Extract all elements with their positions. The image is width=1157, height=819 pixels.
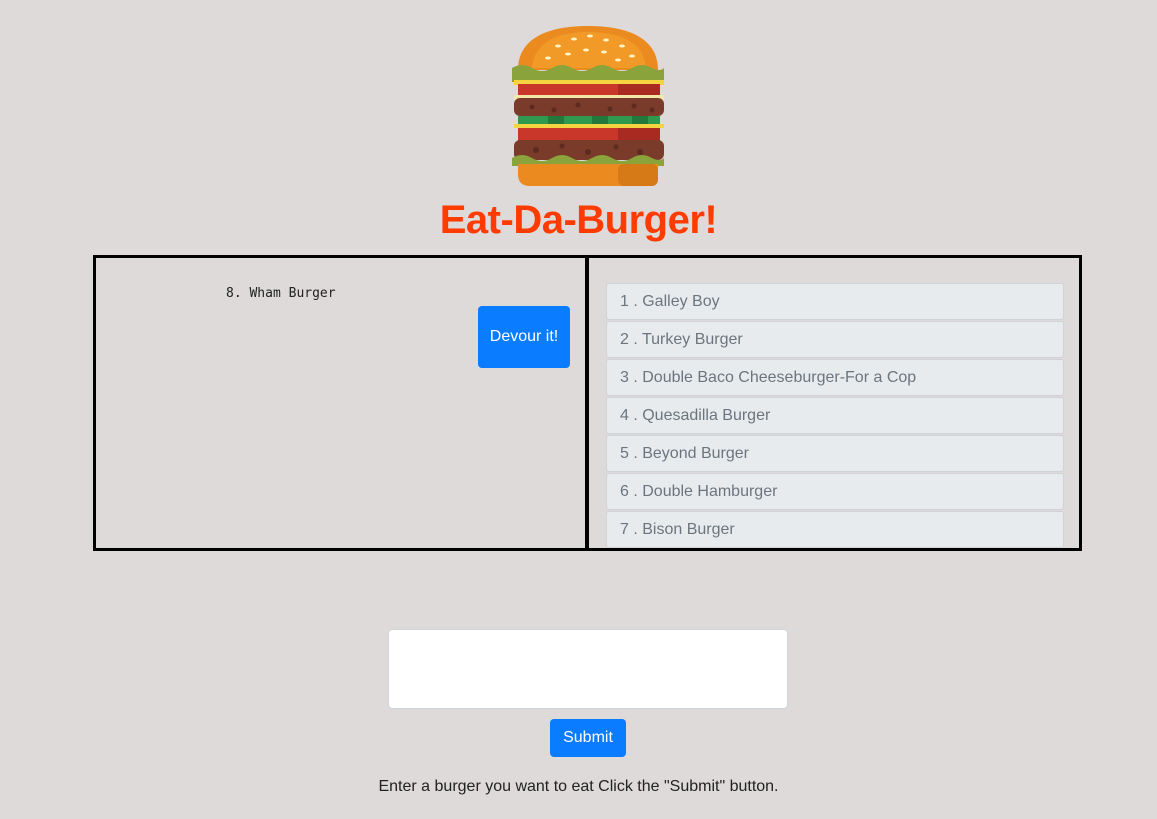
list-item: 4 . Quesadilla Burger [606,397,1064,434]
hamburger-icon [512,26,664,186]
eaten-burgers-panel: 1 . Galley Boy 2 . Turkey Burger 3 . Dou… [586,255,1082,551]
instructions-text: Enter a burger you want to eat Click the… [378,778,779,795]
uneaten-burgers-panel: 8. Wham Burger Devour it! [93,255,588,551]
list-item: 1 . Galley Boy [606,283,1064,320]
submit-button[interactable]: Submit [550,719,626,757]
uneaten-burger-label: 8. Wham Burger [226,286,336,301]
page-title: Eat-Da-Burger! [439,198,718,242]
page: Eat-Da-Burger! 8. Wham Burger Devour it!… [0,0,1157,819]
list-item: 2 . Turkey Burger [606,321,1064,358]
eaten-burgers-list: 1 . Galley Boy 2 . Turkey Burger 3 . Dou… [606,283,1064,548]
list-item: 5 . Beyond Burger [606,435,1064,472]
list-item: 3 . Double Baco Cheeseburger-For a Cop [606,359,1064,396]
devour-button[interactable]: Devour it! [478,306,570,368]
burger-name-input[interactable] [388,629,788,709]
list-item: 6 . Double Hamburger [606,473,1064,510]
list-item: 7 . Bison Burger [606,511,1064,548]
